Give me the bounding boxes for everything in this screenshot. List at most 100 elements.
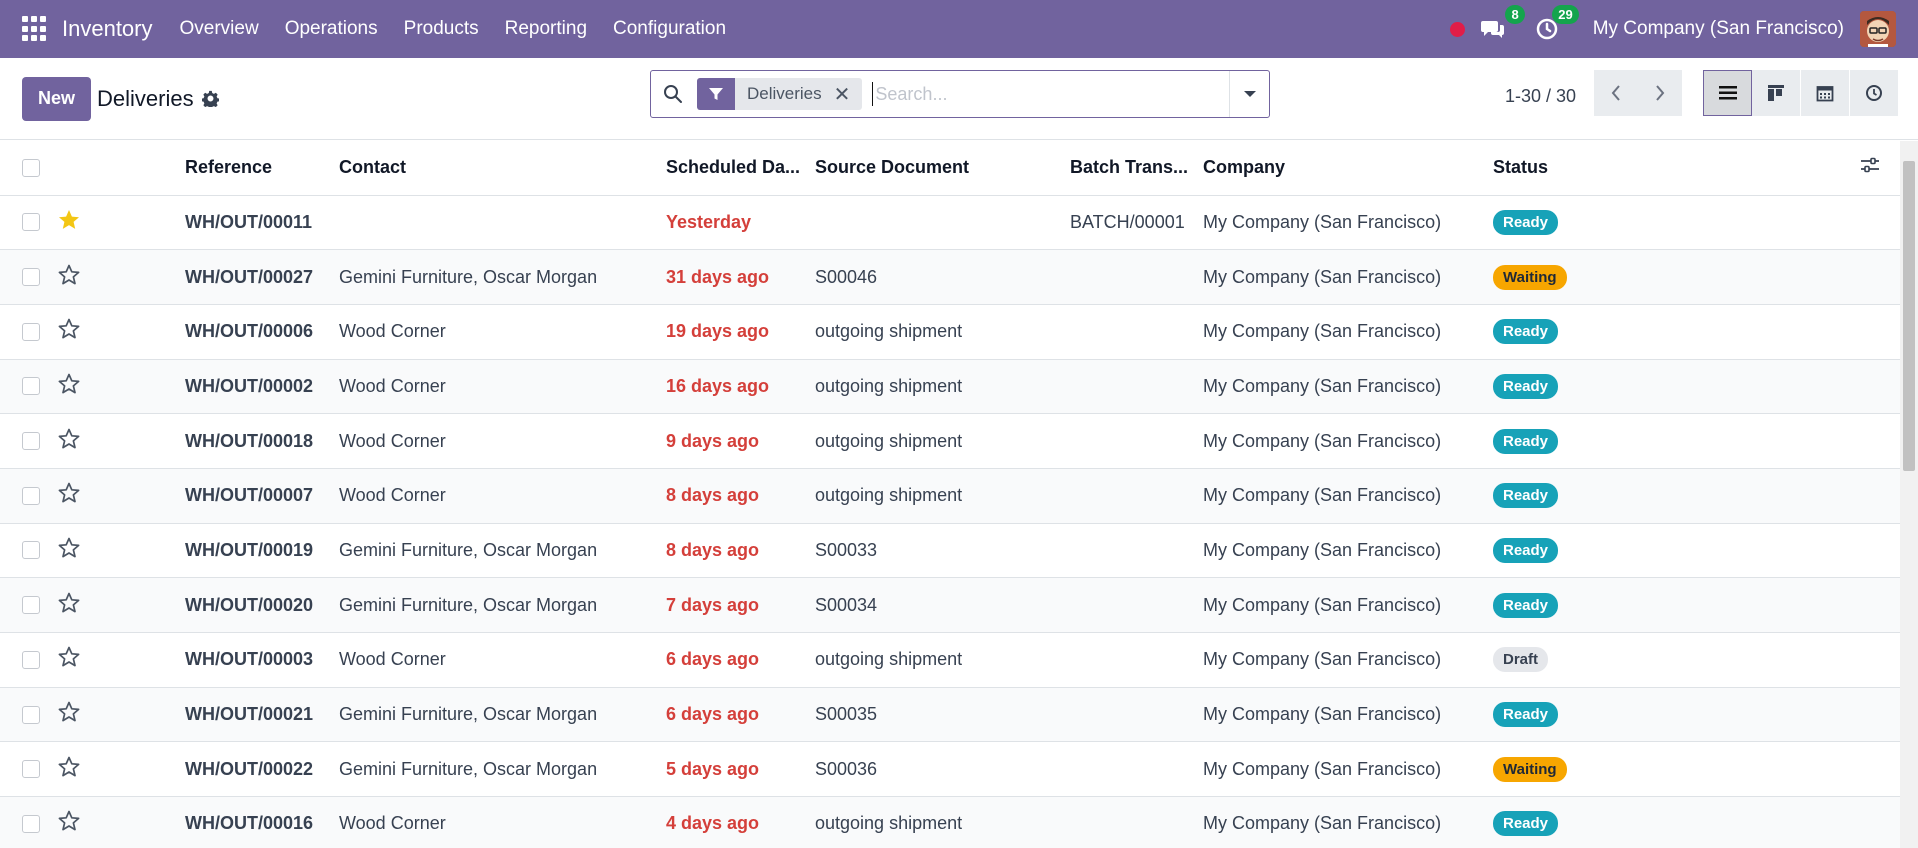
menu-overview[interactable]: Overview (167, 18, 272, 40)
table-row[interactable]: WH/OUT/00002 Wood Corner 16 days ago outgoi… (0, 359, 1900, 415)
calendar-view-button[interactable] (1801, 70, 1850, 116)
star-icon[interactable] (57, 536, 81, 560)
row-checkbox[interactable] (22, 760, 40, 779)
star-icon[interactable] (57, 427, 81, 451)
table-row[interactable]: WH/OUT/00011 Yesterday BATCH/00001 My Compa… (0, 195, 1900, 251)
favorite-cell (55, 413, 185, 469)
pager-value[interactable]: 1-30 / 30 (1505, 86, 1576, 107)
app-menu-grid-icon[interactable] (22, 16, 48, 42)
row-checkbox[interactable] (22, 650, 40, 669)
table-row[interactable]: WH/OUT/00027 Gemini Furniture, Oscar Morg… (0, 249, 1900, 305)
company-cell: My Company (San Francisco) (1203, 687, 1493, 743)
star-icon[interactable] (57, 700, 81, 724)
company-cell: My Company (San Francisco) (1203, 249, 1493, 305)
page-title[interactable]: Deliveries (97, 86, 194, 112)
table-row[interactable]: WH/OUT/00020 Gemini Furniture, Oscar Morg… (0, 577, 1900, 633)
menu-reporting[interactable]: Reporting (492, 18, 600, 40)
facet-label: Deliveries (747, 84, 822, 103)
user-avatar[interactable] (1860, 11, 1896, 47)
header-scheduled-date[interactable]: Scheduled Da... (666, 141, 815, 196)
reference-cell: WH/OUT/00002 (185, 359, 339, 415)
table-row[interactable]: WH/OUT/00007 Wood Corner 8 days ago outgoin… (0, 468, 1900, 524)
row-end-cell (1856, 577, 1900, 633)
row-checkbox[interactable] (22, 377, 40, 396)
header-contact[interactable]: Contact (339, 141, 666, 196)
star-icon[interactable] (57, 372, 81, 396)
row-checkbox[interactable] (22, 268, 40, 287)
row-checkbox[interactable] (22, 596, 40, 615)
header-status[interactable]: Status (1493, 141, 1856, 196)
app-name[interactable]: Inventory (62, 16, 153, 42)
menu-operations[interactable]: Operations (272, 18, 391, 40)
search-options-toggle[interactable] (1229, 71, 1269, 117)
menu-configuration[interactable]: Configuration (600, 18, 739, 40)
activities-button[interactable]: 29 (1533, 5, 1579, 43)
star-icon[interactable] (57, 755, 81, 779)
header-source-document[interactable]: Source Document (815, 141, 1070, 196)
status-badge: Ready (1493, 592, 1559, 618)
header-batch-transfer[interactable]: Batch Trans... (1070, 141, 1203, 196)
row-checkbox[interactable] (22, 432, 40, 451)
new-button[interactable]: New (22, 76, 91, 121)
status-cell: Ready (1493, 577, 1856, 633)
recording-indicator-icon[interactable] (1449, 21, 1465, 37)
company-cell: My Company (San Francisco) (1203, 468, 1493, 524)
table-row[interactable]: WH/OUT/00006 Wood Corner 19 days ago outgoi… (0, 304, 1900, 360)
batch-transfer-cell (1070, 413, 1203, 469)
pager-previous-button[interactable] (1594, 70, 1638, 116)
clock-icon (1866, 85, 1882, 101)
chevron-left-icon (1611, 85, 1620, 101)
row-checkbox[interactable] (22, 213, 40, 232)
company-cell: My Company (San Francisco) (1203, 523, 1493, 579)
scheduled-date-cell: 9 days ago (666, 413, 815, 469)
facet-remove-icon[interactable]: ✕ (834, 82, 863, 107)
star-icon[interactable] (57, 809, 81, 833)
pager-next-button[interactable] (1638, 70, 1682, 116)
row-checkbox[interactable] (22, 705, 40, 724)
star-icon[interactable] (57, 317, 81, 341)
list-view-button[interactable] (1703, 70, 1752, 116)
table-row[interactable]: WH/OUT/00022 Gemini Furniture, Oscar Morg… (0, 741, 1900, 798)
messages-button[interactable]: 8 (1479, 5, 1525, 43)
row-checkbox[interactable] (22, 486, 40, 505)
row-select-cell (0, 249, 55, 305)
search-input[interactable] (872, 82, 1229, 106)
table-row[interactable]: WH/OUT/00003 Wood Corner 6 days ago outgoin… (0, 632, 1900, 688)
table-row[interactable]: WH/OUT/00019 Gemini Furniture, Oscar Morg… (0, 523, 1900, 579)
star-filled-icon[interactable] (57, 208, 81, 232)
star-icon[interactable] (57, 591, 81, 615)
row-checkbox[interactable] (22, 322, 40, 341)
row-select-cell (0, 304, 55, 360)
row-end-cell (1856, 359, 1900, 415)
star-icon[interactable] (57, 481, 81, 505)
row-select-cell (0, 632, 55, 688)
activity-view-button[interactable] (1850, 70, 1899, 116)
company-cell: My Company (San Francisco) (1203, 195, 1493, 251)
table-row[interactable]: WH/OUT/00021 Gemini Furniture, Oscar Morg… (0, 687, 1900, 743)
scheduled-date-cell: 7 days ago (666, 577, 815, 633)
row-select-cell (0, 195, 55, 251)
menu-products[interactable]: Products (391, 18, 492, 40)
select-all-checkbox[interactable] (22, 158, 40, 177)
scrollbar[interactable] (1900, 141, 1918, 848)
search-icon[interactable] (663, 84, 683, 104)
source-document-cell: outgoing shipment (815, 359, 1070, 415)
contact-cell: Gemini Furniture, Oscar Morgan (339, 523, 666, 579)
scrollbar-thumb[interactable] (1903, 161, 1915, 471)
gear-icon[interactable] (201, 90, 219, 107)
control-panel: New Deliveries Deliveries ✕ 1-30 / 30 (0, 58, 1918, 140)
company-switcher[interactable]: My Company (San Francisco) (1593, 18, 1844, 40)
table-row[interactable]: WH/OUT/00018 Wood Corner 9 days ago outgoin… (0, 413, 1900, 469)
row-select-cell (0, 687, 55, 743)
star-icon[interactable] (57, 645, 81, 669)
kanban-view-button[interactable] (1752, 70, 1801, 116)
row-checkbox[interactable] (22, 814, 40, 833)
header-reference[interactable]: Reference (185, 141, 339, 196)
table-row[interactable]: WH/OUT/00016 Wood Corner 4 days ago outgoin… (0, 796, 1900, 848)
list-icon (1718, 86, 1737, 100)
header-company[interactable]: Company (1203, 141, 1493, 196)
star-icon[interactable] (57, 263, 81, 287)
column-settings-icon[interactable] (1860, 156, 1880, 174)
row-checkbox[interactable] (22, 541, 40, 560)
company-cell: My Company (San Francisco) (1203, 304, 1493, 360)
